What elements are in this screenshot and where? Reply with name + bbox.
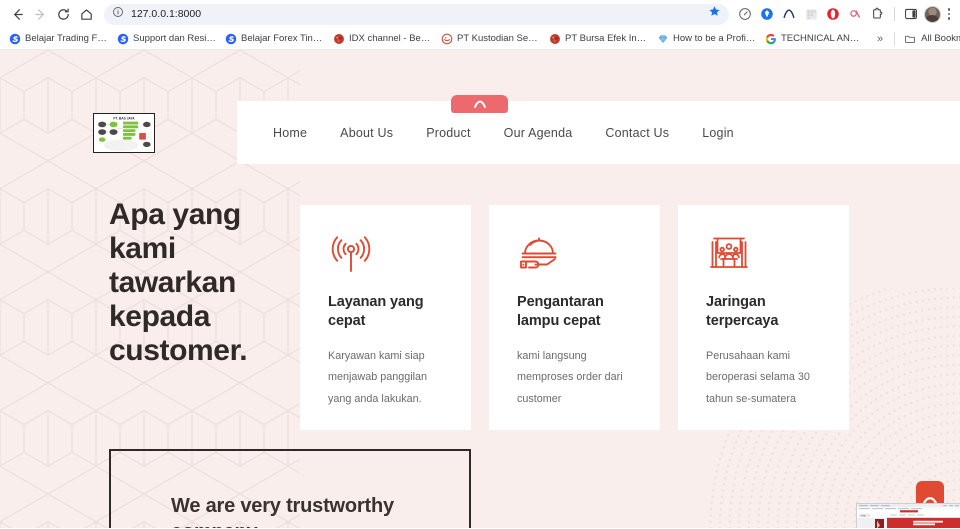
- bookmark-label: PT Bursa Efek Ind...: [565, 33, 648, 44]
- feature-card-title: Jaringan terpercaya: [706, 294, 779, 330]
- all-bookmarks-label: All Bookmarks: [921, 33, 960, 44]
- feature-card-title: Pengantaran lampu cepat: [517, 294, 604, 330]
- profile-avatar[interactable]: [923, 5, 941, 23]
- svg-text:PT. BAS JAYA: PT. BAS JAYA: [113, 117, 135, 121]
- scroll-to-top-button[interactable]: [451, 95, 508, 113]
- folder-icon: [905, 35, 916, 43]
- feature-card: Layanan yang cepat Karyawan kami siap me…: [300, 205, 471, 430]
- feature-card: Jaringan terpercaya Perusahaan kami bero…: [678, 205, 849, 430]
- company-logo-image[interactable]: PT. BAS JAYA: [93, 113, 155, 153]
- bookmarks-divider: [894, 31, 896, 46]
- bookmark-star-icon[interactable]: [708, 5, 721, 23]
- feature-card-body: Perusahaan kami beroperasi selama 30 tah…: [706, 349, 810, 405]
- bookmarks-overflow-button[interactable]: »: [870, 33, 890, 45]
- nav-item-login[interactable]: Login: [702, 126, 734, 140]
- bookmark-label: TECHNICAL ANAL...: [781, 33, 864, 44]
- bookmark-item[interactable]: PT Kustodian Sent...: [438, 31, 546, 47]
- trust-heading: We are very trustworthy company: [171, 495, 394, 528]
- nav-item-home[interactable]: Home: [273, 126, 307, 140]
- signal-broadcast-icon: [328, 233, 443, 279]
- bookmark-item[interactable]: Belajar Trading For...: [6, 31, 114, 47]
- hero-heading: Apa yang kami tawarkan kepada customer.: [109, 198, 248, 367]
- idx-favicon: [334, 33, 344, 44]
- reload-icon[interactable]: [52, 3, 74, 25]
- bookmark-item[interactable]: Belajar Forex Ting...: [222, 31, 330, 47]
- bookmark-label: How to be a Profit...: [673, 33, 756, 44]
- idx-favicon: [550, 33, 560, 44]
- page-viewport: Home About Us Product Our Agenda Contact…: [0, 50, 960, 528]
- url-text: 127.0.0.1:8000: [131, 8, 202, 20]
- extensions-area: [736, 5, 955, 24]
- ksei-favicon: [441, 33, 453, 44]
- browser-toolbar: 127.0.0.1:8000: [0, 0, 960, 28]
- tradingview-favicon: [117, 33, 129, 44]
- nav-item-about-us[interactable]: About Us: [340, 126, 393, 140]
- arc-extension-icon[interactable]: [780, 5, 799, 24]
- nav-item-our-agenda[interactable]: Our Agenda: [504, 126, 573, 140]
- address-bar[interactable]: 127.0.0.1:8000: [104, 3, 729, 25]
- puzzle-extensions-icon[interactable]: [868, 5, 887, 24]
- feature-card-title: Layanan yang cepat: [328, 294, 424, 330]
- site-info-icon[interactable]: [112, 5, 124, 23]
- feature-card-body: Karyawan kami siap menjawab panggilan ya…: [328, 349, 428, 405]
- preview-screenshot-graphic: PBA: [857, 504, 960, 528]
- diamond-favicon: [658, 34, 668, 43]
- food-tray-service-icon: [517, 233, 632, 279]
- feature-card-body: kami langsung memproses order dari custo…: [517, 349, 623, 405]
- bookmark-item[interactable]: How to be a Profit...: [654, 31, 762, 47]
- opera-extension-icon[interactable]: [824, 5, 843, 24]
- svg-text:PBA: PBA: [861, 514, 866, 517]
- feature-cards: Layanan yang cepat Karyawan kami siap me…: [300, 205, 849, 430]
- bookmarks-bar: Belajar Trading For... Support dan Resis…: [0, 28, 960, 50]
- speedometer-extension-icon[interactable]: [736, 5, 755, 24]
- chevron-up-icon: [473, 100, 486, 108]
- nav-links: Home About Us Product Our Agenda Contact…: [273, 126, 734, 140]
- bookmark-label: IDX channel - Berit...: [349, 33, 432, 44]
- bookmark-label: Support dan Resis...: [133, 33, 216, 44]
- pink-slash-extension-icon[interactable]: [846, 5, 865, 24]
- chat-preview-thumbnail[interactable]: PBA: [856, 503, 960, 528]
- logo-diagram-graphic: PT. BAS JAYA: [94, 114, 154, 152]
- bookmark-item[interactable]: Support dan Resis...: [114, 31, 222, 47]
- google-favicon: [765, 33, 776, 44]
- tradingview-favicon: [9, 33, 21, 44]
- back-arrow-icon[interactable]: [6, 3, 28, 25]
- browser-chrome: 127.0.0.1:8000 Belajar Trading For... Su…: [0, 0, 960, 50]
- forward-arrow-icon[interactable]: [29, 3, 51, 25]
- site-navigation: Home About Us Product Our Agenda Contact…: [237, 101, 960, 164]
- home-icon[interactable]: [75, 3, 97, 25]
- meeting-presentation-icon: [706, 233, 821, 279]
- chrome-menu-icon[interactable]: [944, 8, 955, 20]
- bookmark-item[interactable]: PT Bursa Efek Ind...: [546, 31, 654, 47]
- bookmark-label: PT Kustodian Sent...: [457, 33, 540, 44]
- blue-shield-extension-icon[interactable]: [758, 5, 777, 24]
- feature-card: Pengantaran lampu cepat kami langsung me…: [489, 205, 660, 430]
- bookmark-item[interactable]: IDX channel - Berit...: [330, 31, 438, 47]
- nav-item-contact-us[interactable]: Contact Us: [605, 126, 669, 140]
- bookmark-label: Belajar Forex Ting...: [241, 33, 324, 44]
- toolbar-divider: [893, 7, 895, 21]
- grid-extension-icon[interactable]: [802, 5, 821, 24]
- tradingview-favicon: [225, 33, 237, 44]
- nav-item-product[interactable]: Product: [426, 126, 470, 140]
- bookmark-label: Belajar Trading For...: [25, 33, 108, 44]
- bookmark-item[interactable]: TECHNICAL ANAL...: [762, 31, 870, 47]
- side-panel-icon[interactable]: [902, 5, 921, 24]
- all-bookmarks-button[interactable]: All Bookmarks: [899, 31, 960, 47]
